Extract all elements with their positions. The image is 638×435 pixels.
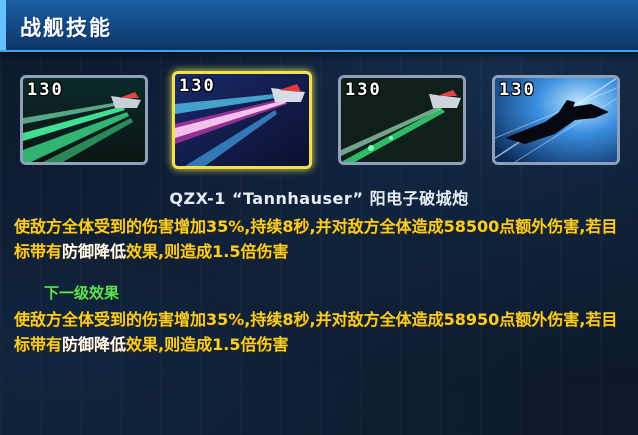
header-accent-bar <box>0 0 6 50</box>
skill-cost: 130 <box>27 80 64 100</box>
skill-description: 使敌方全体受到的伤害增加35%,持续8秒,并对敌方全体造成58500点额外伤害,… <box>14 214 624 264</box>
panel-title: 战舰技能 <box>20 16 112 40</box>
skill-cost: 130 <box>499 80 536 100</box>
desc-highlight: 防御降低 <box>62 335 127 354</box>
skill-info-panel: QZX-1 “Tannhauser” 阳电子破城炮 使敌方全体受到的伤害增加35… <box>14 188 624 357</box>
next-level-description: 使敌方全体受到的伤害增加35%,持续8秒,并对敌方全体造成58950点额外伤害,… <box>14 307 624 357</box>
skill-list: 130 130 130 130 <box>20 71 620 170</box>
skill-slot-1[interactable]: 130 <box>20 75 148 165</box>
panel-header: 战舰技能 <box>0 0 638 52</box>
desc-highlight: 防御降低 <box>62 242 127 261</box>
desc-text: 效果,则造成1.5倍伤害 <box>126 242 289 261</box>
skill-cost: 130 <box>179 76 216 96</box>
next-level-label: 下一级效果 <box>44 284 120 302</box>
skill-slot-3[interactable]: 130 <box>338 75 466 165</box>
skill-cost: 130 <box>345 80 382 100</box>
skill-slot-2[interactable]: 130 <box>172 71 312 169</box>
desc-text: 效果,则造成1.5倍伤害 <box>126 335 289 354</box>
skill-name: QZX-1 “Tannhauser” 阳电子破城炮 <box>169 189 469 208</box>
skill-slot-4[interactable]: 130 <box>492 75 620 165</box>
